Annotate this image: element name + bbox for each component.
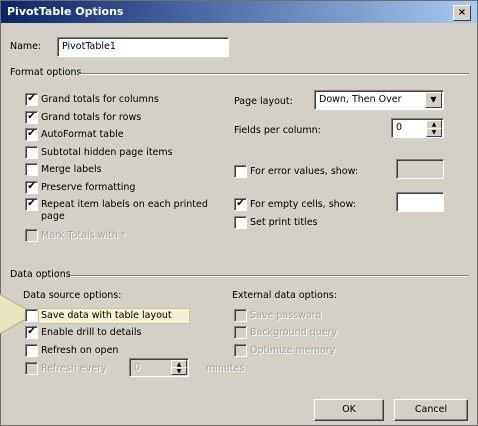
error-values-checkbox[interactable] (234, 165, 247, 178)
spin-down-icon[interactable]: ▼ (426, 128, 442, 137)
error-values-input[interactable] (396, 159, 444, 179)
mark-totals-checkbox[interactable] (25, 229, 38, 242)
refresh-open-checkbox[interactable] (25, 344, 38, 357)
empty-cells-checkbox[interactable]: ✔ (234, 198, 247, 211)
close-button[interactable]: × (453, 5, 471, 21)
save-password-checkbox[interactable] (234, 309, 247, 322)
page-layout-value: Down, Then Over (319, 94, 402, 105)
name-label: Name: (10, 41, 42, 52)
pivottable-options-dialog: PivotTable Options × Name: PivotTable1 F… (0, 0, 478, 426)
empty-cells-input[interactable] (396, 192, 444, 212)
autoformat-label: AutoFormat table (41, 129, 124, 140)
refresh-unit-label: minutes (206, 363, 245, 374)
dialog-title: PivotTable Options (7, 5, 124, 18)
page-layout-label: Page layout: (234, 96, 293, 107)
preserve-formatting-checkbox[interactable]: ✔ (25, 181, 38, 194)
page-layout-select[interactable]: Down, Then Over ▼ (314, 90, 444, 110)
refresh-open-label: Refresh on open (41, 345, 119, 356)
fields-per-column-value: 0 (396, 122, 403, 133)
fields-per-column-label: Fields per column: (234, 125, 321, 136)
subtotal-hidden-label: Subtotal hidden page items (41, 147, 173, 158)
external-data-options-header: External data options: (232, 290, 338, 301)
merge-labels-checkbox[interactable] (25, 163, 38, 176)
refresh-every-label: Refresh every (41, 363, 107, 374)
refresh-every-value: 0 (134, 362, 141, 373)
subtotal-hidden-checkbox[interactable] (25, 146, 38, 159)
refresh-spin-down-icon[interactable]: ▼ (171, 367, 187, 375)
merge-labels-label: Merge labels (41, 164, 102, 175)
refresh-every-checkbox[interactable] (25, 362, 38, 375)
repeat-labels-label-line2: page (41, 211, 65, 222)
data-options-header: Data options (10, 269, 71, 280)
name-input-value: PivotTable1 (62, 41, 116, 52)
data-source-options-header: Data source options: (23, 290, 122, 301)
error-values-label: For error values, show: (250, 166, 359, 177)
background-query-checkbox[interactable] (234, 326, 247, 339)
grand-totals-columns-label: Grand totals for columns (41, 94, 159, 105)
repeat-labels-checkbox[interactable]: ✔ (25, 198, 38, 211)
mark-totals-label: Mark Totals with * (41, 230, 126, 241)
grand-totals-columns-checkbox[interactable]: ✔ (25, 93, 38, 106)
data-options-divider (71, 275, 469, 277)
cancel-button[interactable]: Cancel (394, 399, 468, 421)
save-password-label: Save password (250, 310, 322, 321)
print-titles-checkbox[interactable] (234, 216, 247, 229)
autoformat-checkbox[interactable]: ✔ (25, 128, 38, 141)
fields-per-column-input[interactable]: 0 ▲ ▼ (391, 118, 444, 138)
enable-drill-label: Enable drill to details (41, 327, 142, 338)
optimize-memory-checkbox[interactable] (234, 344, 247, 357)
format-options-divider (79, 73, 469, 75)
grand-totals-rows-checkbox[interactable]: ✔ (25, 111, 38, 124)
optimize-memory-label: Optimize memory (250, 345, 336, 356)
enable-drill-checkbox[interactable]: ✔ (25, 326, 38, 339)
name-input[interactable]: PivotTable1 (57, 37, 229, 57)
refresh-every-input[interactable]: 0 ▲ ▼ (129, 358, 189, 377)
repeat-labels-label-line1: Repeat item labels on each printed (41, 199, 208, 210)
title-bar[interactable]: PivotTable Options × (1, 1, 477, 23)
grand-totals-rows-label: Grand totals for rows (41, 112, 142, 123)
chevron-down-icon[interactable]: ▼ (425, 92, 442, 108)
save-data-label: Save data with table layout (41, 310, 172, 321)
print-titles-label: Set print titles (250, 217, 318, 228)
background-query-label: Background query (250, 327, 338, 338)
preserve-formatting-label: Preserve formatting (41, 182, 136, 193)
format-options-header: Format options (10, 67, 82, 78)
empty-cells-label: For empty cells, show: (250, 199, 356, 210)
ok-button[interactable]: OK (314, 399, 384, 421)
save-data-checkbox[interactable] (25, 309, 38, 322)
